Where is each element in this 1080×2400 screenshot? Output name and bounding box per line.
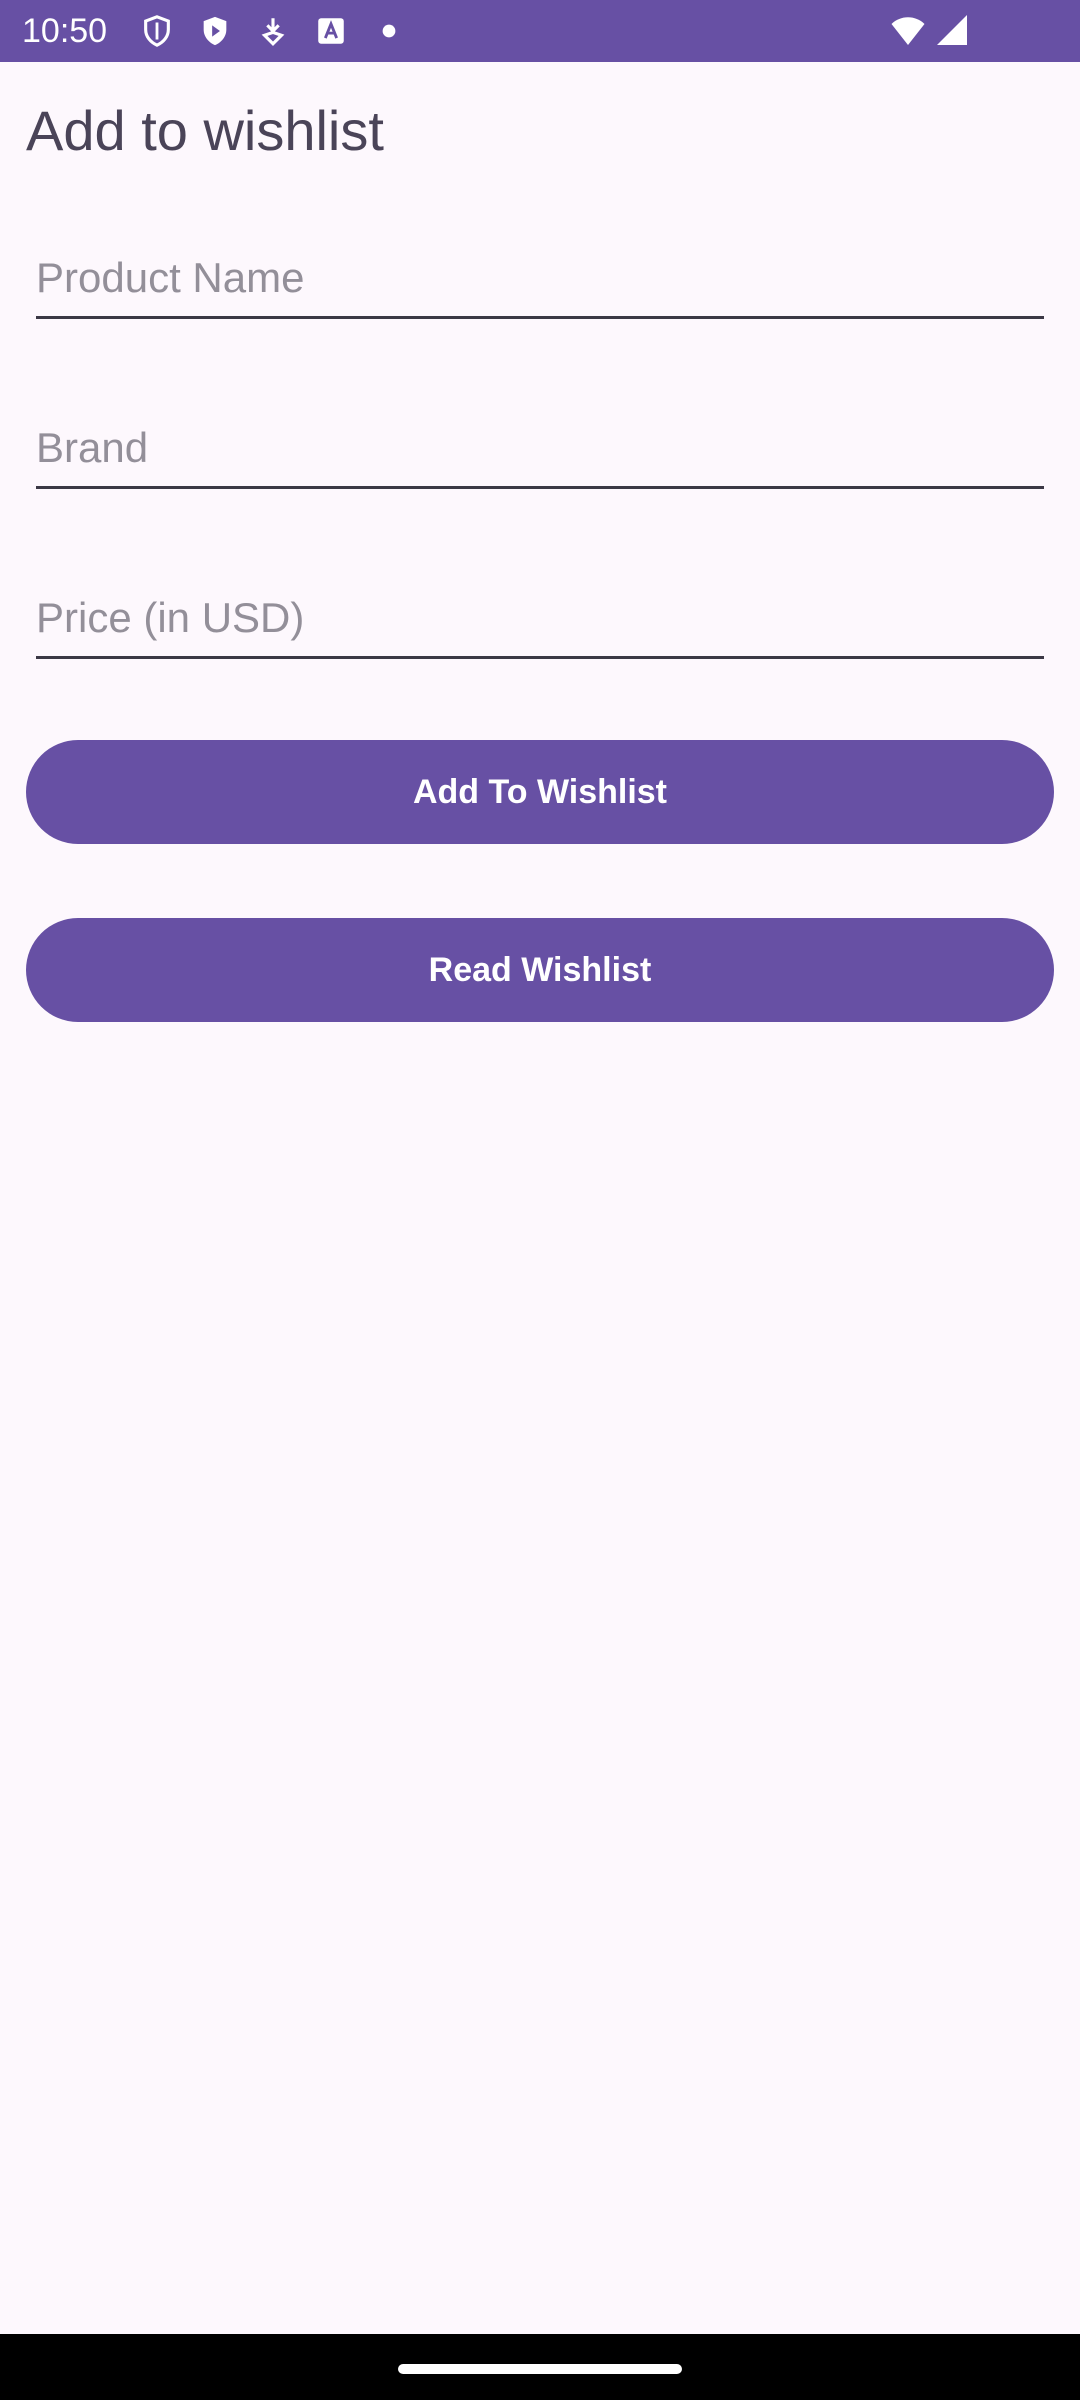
wifi-icon bbox=[888, 12, 928, 48]
home-gesture-handle[interactable] bbox=[398, 2364, 682, 2374]
brand-input[interactable] bbox=[36, 410, 1044, 489]
status-time: 10:50 bbox=[22, 12, 108, 50]
status-bar: 10:50 bbox=[0, 0, 1080, 62]
signal-icon bbox=[934, 12, 970, 48]
text-a-icon bbox=[314, 14, 348, 48]
app-screen: 10:50 Add to wishlist Add To Wishlist Re… bbox=[0, 0, 1080, 2400]
read-wishlist-button[interactable]: Read Wishlist bbox=[26, 918, 1054, 1022]
product-name-input[interactable] bbox=[36, 240, 1044, 319]
shield-outline-icon bbox=[140, 14, 174, 48]
price-input[interactable] bbox=[36, 580, 1044, 659]
navigation-bar bbox=[0, 2334, 1080, 2400]
page-title: Add to wishlist bbox=[26, 99, 384, 162]
add-to-wishlist-button[interactable]: Add To Wishlist bbox=[26, 740, 1054, 844]
download-icon bbox=[256, 14, 290, 48]
play-shield-icon bbox=[198, 14, 232, 48]
dot-icon bbox=[372, 14, 406, 48]
